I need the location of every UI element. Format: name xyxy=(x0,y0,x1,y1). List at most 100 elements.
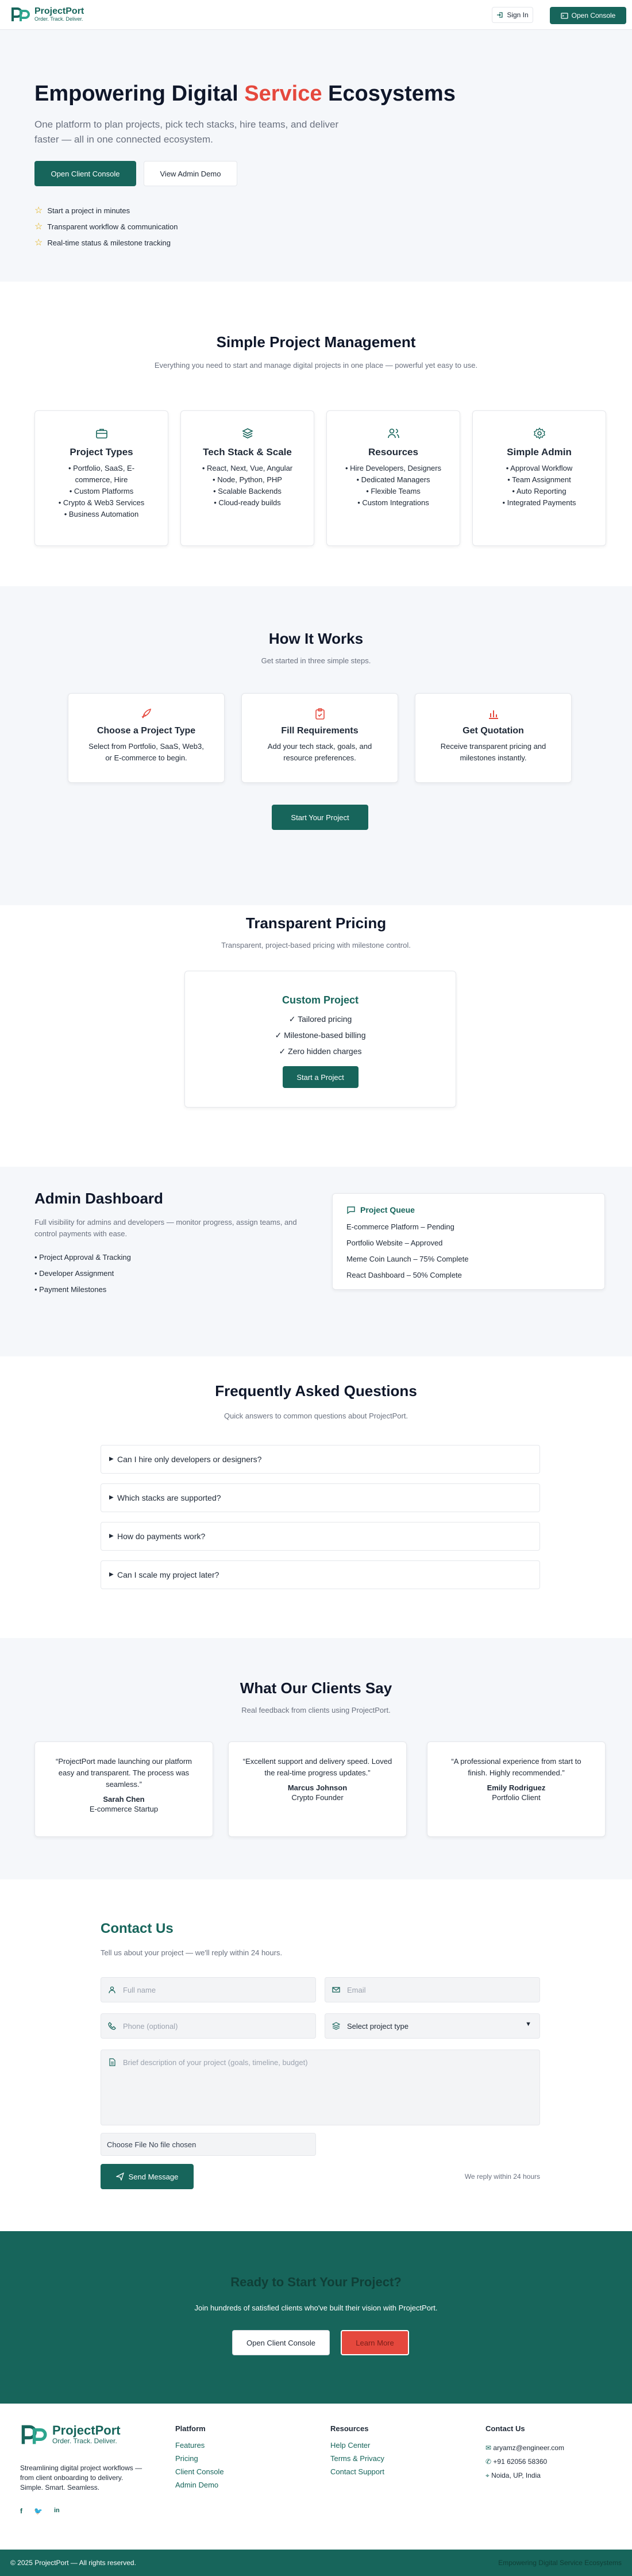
star-icon: ☆ xyxy=(34,206,43,216)
open-console-button[interactable]: Open Console xyxy=(550,7,626,24)
queue-item: E-commerce Platform – Pending xyxy=(346,1222,454,1231)
plan-feature: ✓ Milestone-based billing xyxy=(275,1031,366,1040)
logo-icon xyxy=(21,2425,47,2444)
cta-subtitle: Join hundreds of satisfied clients who'v… xyxy=(194,2304,438,2312)
footer-link[interactable]: Features xyxy=(175,2441,224,2450)
start-your-project-button[interactable]: Start Your Project xyxy=(272,805,368,830)
admin-title: Admin Dashboard xyxy=(34,1190,163,1207)
hero-point: ☆ Real-time status & milestone tracking xyxy=(34,238,171,248)
star-icon: ☆ xyxy=(34,222,43,232)
cta-open-console-button[interactable]: Open Client Console xyxy=(232,2330,330,2355)
mail-icon xyxy=(332,1987,340,1993)
testimonial-card: “Excellent support and delivery speed. L… xyxy=(228,1741,407,1837)
how-subtitle: Get started in three simple steps. xyxy=(261,656,371,665)
send-message-button[interactable]: Send Message xyxy=(101,2164,194,2189)
cta-section: Ready to Start Your Project? Join hundre… xyxy=(0,2231,632,2404)
top-nav: ProjectPort Order. Track. Deliver. Sign … xyxy=(0,0,632,30)
footer-link[interactable]: Help Center xyxy=(330,2441,384,2450)
footer-right-text: Empowering Digital Service Ecosystems xyxy=(498,2559,622,2567)
login-icon xyxy=(497,12,503,18)
feature-card: Project Types • Portfolio, SaaS, E-comme… xyxy=(34,410,168,546)
hero-section: Empowering Digital Service Ecosystems On… xyxy=(0,30,632,282)
how-title: How It Works xyxy=(268,630,364,647)
footer-bottom-bar: © 2025 ProjectPort — All rights reserved… xyxy=(0,2550,632,2576)
footer-link[interactable]: Client Console xyxy=(175,2467,224,2476)
footer-link[interactable]: Admin Demo xyxy=(175,2481,224,2489)
admin-subtitle: Full visibility for admins and developer… xyxy=(34,1218,297,1238)
project-type-select[interactable]: Select project type ▼ xyxy=(325,2013,540,2039)
full-name-input[interactable]: Full name xyxy=(101,1977,316,2002)
open-client-console-button[interactable]: Open Client Console xyxy=(34,161,136,186)
view-admin-demo-button[interactable]: View Admin Demo xyxy=(144,161,237,186)
reply-note: We reply within 24 hours xyxy=(464,2173,540,2181)
step-card: Get Quotation Receive transparent pricin… xyxy=(415,693,572,783)
testimonial-card: “ProjectPort made launching our platform… xyxy=(34,1741,213,1837)
chevron-down-icon: ▼ xyxy=(525,2021,531,2028)
facebook-icon[interactable]: f xyxy=(20,2507,22,2515)
how-it-works-section: How It Works Get started in three simple… xyxy=(0,586,632,905)
faq-section: Frequently Asked Questions Quick answers… xyxy=(0,1356,632,1638)
brand-logo[interactable]: ProjectPort Order. Track. Deliver. xyxy=(10,5,84,24)
testimonial-card: “A professional experience from start to… xyxy=(427,1741,606,1837)
features-subtitle: Everything you need to start and manage … xyxy=(154,361,478,370)
email-input[interactable]: Email xyxy=(325,1977,540,2002)
features-section: Simple Project Management Everything you… xyxy=(0,282,632,586)
queue-item: Meme Coin Launch – 75% Complete xyxy=(346,1255,469,1263)
hero-title: Empowering Digital Service Ecosystems xyxy=(34,82,456,106)
map-pin-icon: ⌖ xyxy=(485,2471,490,2479)
footer-description: Streamlining digital project workflows —… xyxy=(20,2464,142,2492)
footer-link[interactable]: Pricing xyxy=(175,2454,224,2463)
hero-point: ☆ Start a project in minutes xyxy=(34,206,130,216)
brand-tagline: Order. Track. Deliver. xyxy=(34,16,83,22)
testimonials-section: What Our Clients Say Real feedback from … xyxy=(0,1638,632,1879)
footer-link[interactable]: Contact Support xyxy=(330,2467,384,2476)
briefcase-icon xyxy=(95,429,107,439)
faq-item[interactable]: Which stacks are supported? xyxy=(101,1483,540,1512)
users-icon xyxy=(387,428,399,439)
feature-card: Tech Stack & Scale • React, Next, Vue, A… xyxy=(180,410,314,546)
contact-subtitle: Tell us about your project — we'll reply… xyxy=(101,1948,283,1957)
plan-feature: ✓ Zero hidden charges xyxy=(279,1047,362,1056)
footer-brand[interactable]: ProjectPort Order. Track. Deliver. xyxy=(20,2422,121,2447)
twitter-icon[interactable]: 🐦 xyxy=(34,2507,43,2515)
plan-feature: ✓ Tailored pricing xyxy=(288,1014,352,1024)
description-textarea[interactable]: Brief description of your project (goals… xyxy=(101,2050,540,2125)
footer: ProjectPort Order. Track. Deliver. Strea… xyxy=(0,2404,632,2576)
file-input[interactable]: Choose File No file chosen xyxy=(101,2133,316,2156)
footer-resources-title: Resources xyxy=(330,2424,369,2433)
cta-title: Ready to Start Your Project? xyxy=(230,2275,402,2289)
footer-phone[interactable]: ✆ +91 62056 58360 xyxy=(485,2455,564,2469)
rocket-icon xyxy=(141,708,151,718)
brand-name: ProjectPort xyxy=(34,6,84,16)
footer-email[interactable]: ✉ aryamz@engineer.com xyxy=(485,2441,564,2455)
queue-title: Project Queue xyxy=(360,1205,415,1214)
admin-point: • Developer Assignment xyxy=(34,1269,114,1278)
clipboard-icon xyxy=(315,708,325,720)
pricing-subtitle: Transparent, project-based pricing with … xyxy=(221,941,411,949)
pricing-section: Transparent Pricing Transparent, project… xyxy=(0,905,632,1167)
faq-item[interactable]: Can I hire only developers or designers? xyxy=(101,1445,540,1474)
mail-icon: ✉ xyxy=(485,2444,492,2452)
linkedin-icon[interactable]: in xyxy=(54,2507,60,2515)
bar-chart-icon xyxy=(488,710,498,719)
sign-in-button[interactable]: Sign In xyxy=(492,7,533,23)
hero-point: ☆ Transparent workflow & communication xyxy=(34,222,178,232)
document-icon xyxy=(109,2058,115,2066)
logo-icon xyxy=(11,7,30,21)
footer-link[interactable]: Terms & Privacy xyxy=(330,2454,384,2463)
contact-title: Contact Us xyxy=(101,1921,174,1936)
admin-section: Admin Dashboard Full visibility for admi… xyxy=(0,1167,632,1356)
footer-contact-title: Contact Us xyxy=(485,2424,525,2433)
plan-name: Custom Project xyxy=(282,994,359,1006)
pricing-title: Transparent Pricing xyxy=(245,914,387,932)
faq-item[interactable]: How do payments work? xyxy=(101,1522,540,1551)
start-a-project-button[interactable]: Start a Project xyxy=(282,1066,359,1088)
faq-item[interactable]: Can I scale my project later? xyxy=(101,1560,540,1589)
learn-more-button[interactable]: Learn More xyxy=(341,2330,409,2355)
user-icon xyxy=(109,1986,115,1994)
queue-item: React Dashboard – 50% Complete xyxy=(346,1271,462,1279)
features-title: Simple Project Management xyxy=(216,333,416,351)
faq-subtitle: Quick answers to common questions about … xyxy=(223,1412,409,1420)
phone-input[interactable]: Phone (optional) xyxy=(101,2013,316,2039)
testimonials-subtitle: Real feedback from clients using Project… xyxy=(241,1706,391,1714)
